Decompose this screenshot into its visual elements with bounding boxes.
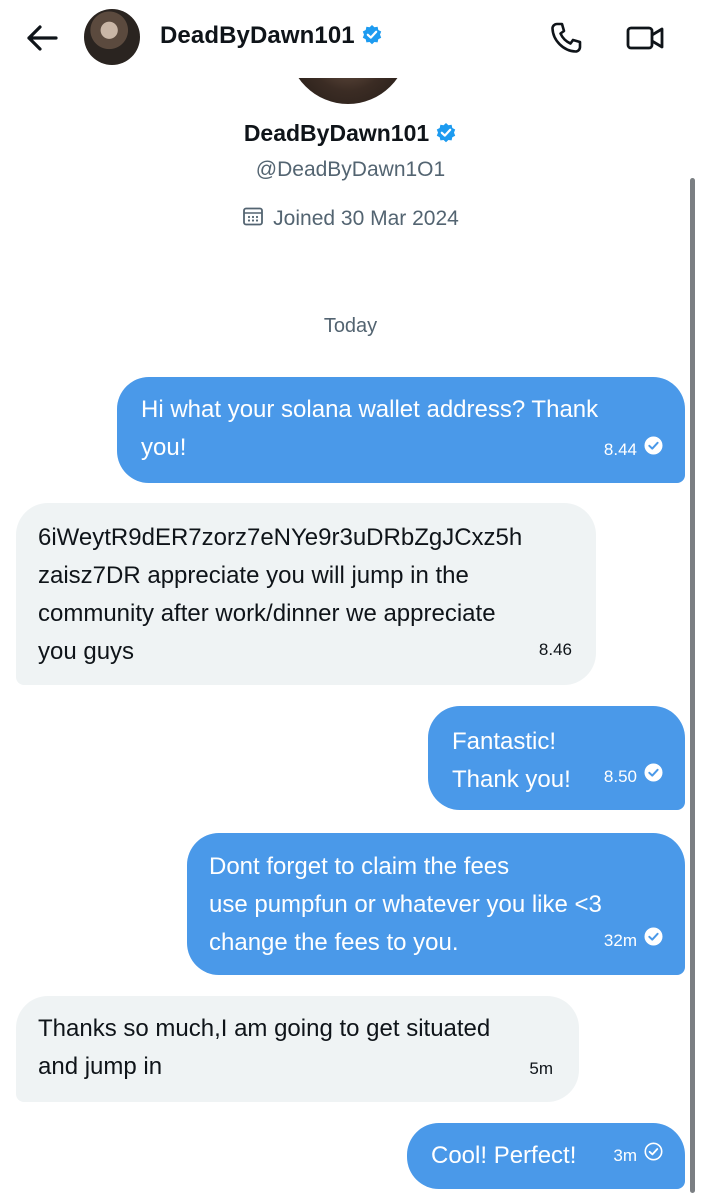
message-meta: 8.44 (604, 431, 663, 469)
message-sent[interactable]: Fantastic! Thank you! 8.50 (428, 706, 685, 810)
video-camera-icon (626, 23, 666, 58)
message-time: 32m (603, 931, 637, 950)
conversation-header: DeadByDawn101 (0, 0, 701, 78)
message-time: 3m (613, 1146, 637, 1165)
message-meta: 8.46 (539, 631, 572, 669)
message-time: 8.46 (538, 640, 572, 659)
phone-icon (549, 21, 583, 60)
message-meta: 8.50 (604, 758, 663, 796)
message-meta: 5m (529, 1050, 553, 1088)
read-receipt-icon (644, 431, 663, 469)
message-text: Dont forget to claim the fees use pumpfu… (209, 853, 602, 956)
message-text: 6iWeytR9dER7zorz7eNYe9r3uDRbZgJCxz5h zai… (38, 524, 523, 665)
profile-name-text: DeadByDawn101 (243, 120, 430, 146)
scrollbar[interactable] (690, 178, 695, 1193)
header-avatar[interactable] (84, 9, 140, 65)
message-received[interactable]: 6iWeytR9dER7zorz7eNYe9r3uDRbZgJCxz5h zai… (16, 503, 596, 685)
message-sent[interactable]: Hi what your solana wallet address? Than… (117, 377, 685, 483)
message-meta: 3m (613, 1137, 663, 1175)
sent-receipt-icon (644, 1137, 663, 1175)
joined-date: Joined 30 Mar 2024 (0, 205, 701, 233)
message-time: 8.44 (603, 440, 637, 459)
message-text: Thanks so much,I am going to get situate… (38, 1015, 491, 1080)
read-receipt-icon (644, 922, 663, 960)
joined-text: Joined 30 Mar 2024 (273, 207, 459, 230)
message-sent[interactable]: Cool! Perfect! 3m (407, 1123, 685, 1189)
video-call-button[interactable] (624, 20, 668, 60)
arrow-left-icon (26, 24, 58, 57)
message-meta: 32m (604, 922, 663, 960)
message-sent[interactable]: Dont forget to claim the fees use pumpfu… (187, 833, 685, 975)
profile-handle[interactable]: @DeadByDawn1O1 (0, 158, 701, 182)
message-time: 8.50 (603, 767, 637, 786)
voice-call-button[interactable] (546, 20, 586, 60)
read-receipt-icon (644, 758, 663, 796)
calendar-icon (242, 205, 264, 233)
header-contact-name[interactable]: DeadByDawn101 (160, 22, 383, 53)
profile-name[interactable]: DeadByDawn101 (0, 120, 701, 150)
header-name-text: DeadByDawn101 (160, 22, 355, 49)
verified-badge-icon (361, 24, 383, 53)
message-received[interactable]: Thanks so much,I am going to get situate… (16, 996, 579, 1102)
back-button[interactable] (22, 20, 62, 60)
message-text: Hi what your solana wallet address? Than… (141, 396, 599, 461)
date-divider: Today (323, 315, 378, 337)
message-time: 5m (529, 1059, 553, 1078)
verified-badge-icon (435, 122, 457, 150)
